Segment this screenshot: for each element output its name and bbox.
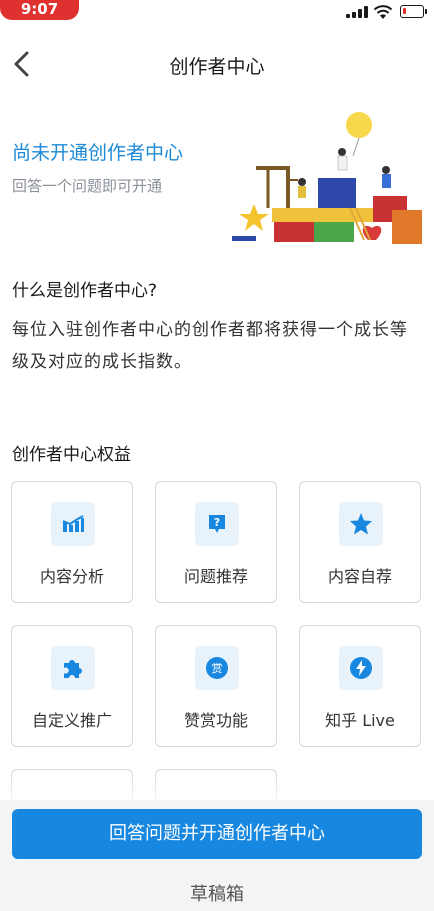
benefit-card-reward[interactable]: 赏 赞赏功能 (155, 625, 277, 747)
hero-title: 尚未开通创作者中心 (12, 142, 184, 164)
puzzle-icon (51, 646, 95, 690)
lightning-icon (339, 646, 383, 690)
benefits-heading: 创作者中心权益 (12, 445, 131, 465)
benefit-card-content-analysis[interactable]: 内容分析 (11, 481, 133, 603)
bar-chart-icon (51, 502, 95, 546)
about-heading: 什么是创作者中心? (12, 281, 158, 301)
signal-icon (346, 6, 368, 18)
hero-illustration (232, 112, 422, 244)
benefit-card-question-recommend[interactable]: ? 问题推荐 (155, 481, 277, 603)
star-icon (339, 502, 383, 546)
benefit-label: 知乎 Live (325, 711, 395, 730)
status-time: 9:07 (0, 0, 79, 20)
reward-icon: 赏 (195, 646, 239, 690)
wifi-icon (373, 5, 393, 19)
battery-icon (400, 5, 427, 18)
benefit-card-zhihu-live[interactable]: 知乎 Live (299, 625, 421, 747)
benefit-card-self-recommend[interactable]: 内容自荐 (299, 481, 421, 603)
about-description: 每位入驻创作者中心的创作者都将获得一个成长等级及对应的成长指数。 (12, 320, 408, 372)
benefit-label: 自定义推广 (31, 711, 112, 730)
svg-text:?: ? (214, 516, 220, 529)
question-icon: ? (195, 502, 239, 546)
nav-bar: 创作者中心 (0, 40, 434, 88)
drafts-link[interactable]: 草稿箱 (0, 880, 434, 906)
benefit-label: 内容自荐 (327, 567, 392, 586)
benefit-label: 赞赏功能 (183, 711, 248, 730)
benefit-card-custom-promotion[interactable]: 自定义推广 (11, 625, 133, 747)
open-creator-center-button[interactable]: 回答问题并开通创作者中心 (12, 809, 422, 859)
benefit-label: 问题推荐 (183, 567, 248, 586)
status-bar: 9:07 (0, 0, 434, 26)
hero-subtitle: 回答一个问题即可开通 (12, 177, 163, 195)
page-title: 创作者中心 (169, 56, 265, 78)
benefit-label: 内容分析 (39, 567, 104, 586)
svg-text:赏: 赏 (212, 662, 223, 675)
